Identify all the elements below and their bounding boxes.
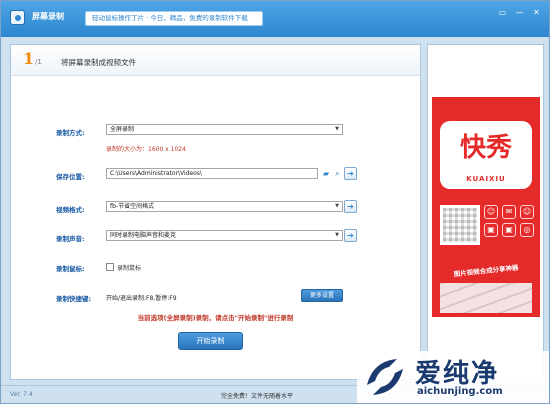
record-cursor-label[interactable]: 录制鼠标 (117, 263, 141, 272)
ad-panel[interactable]: 快秀 KUAIXIU ☺ ✉ ☺ ▣ ▣ ◎ 图片视频合成分享神器 (427, 44, 544, 380)
record-notice: 当前选项(全屏录制)录制，请点击"开始录制"进行录制 (137, 314, 294, 322)
ad-banner[interactable]: 快秀 KUAIXIU ☺ ✉ ☺ ▣ ▣ ◎ 图片视频合成分享神器 (432, 97, 540, 317)
format-select[interactable]: fb-节省空间格式 ▼ (106, 201, 343, 212)
format-settings-button[interactable]: ➔ (344, 200, 357, 213)
audio-value: 同时录制电脑声音和麦克 (110, 232, 177, 239)
app-title: 屏幕录制 (32, 12, 64, 21)
step-header: 1 /1 将屏幕录制成视频文件 (11, 45, 420, 76)
app-logo-icon (10, 10, 25, 25)
watermark: 爱纯净 aichunjing.com (357, 351, 549, 403)
window-controls: ▭ — ✕ (496, 8, 543, 19)
ad-feature-icons: ☺ ✉ ☺ ▣ ▣ ◎ (484, 205, 534, 237)
folder-icon[interactable]: ▰ (320, 168, 332, 179)
message-icon: ✉ (502, 205, 516, 219)
step-total: /1 (35, 58, 42, 66)
photo-icon: ▣ (484, 223, 498, 237)
chevron-down-icon: ▼ (335, 203, 339, 209)
mode-select[interactable]: 全屏录制 ▼ (106, 124, 343, 135)
save-label: 保存位置: (56, 173, 85, 181)
camera-icon: ◎ (520, 223, 534, 237)
hotkey-label: 录制快捷键: (56, 295, 92, 303)
app-window: 屏幕录制 轻动鼠标操作丁片 · 今日，精品，免费的录制软件下载 ▭ — ✕ 1 … (0, 0, 550, 404)
watermark-text: 爱纯净 (415, 359, 500, 389)
ad-logo-sub: KUAIXIU (466, 175, 506, 183)
mode-value: 全屏录制 (110, 126, 135, 133)
qr-code (440, 205, 480, 245)
minimize-icon[interactable]: — (513, 8, 526, 19)
save-path-input[interactable]: C:\Users\Administrator\Videos\ (106, 168, 318, 179)
chevron-down-icon: ▼ (335, 126, 339, 132)
mode-label: 录制方式: (56, 129, 85, 137)
record-size-note: 录制的大小为：1600 x 1024 (106, 146, 186, 153)
step-number: 1 (23, 49, 35, 68)
emoji-icon: ☺ (484, 205, 498, 219)
title-bar[interactable]: 屏幕录制 轻动鼠标操作丁片 · 今日，精品，免费的录制软件下载 ▭ — ✕ (1, 1, 549, 37)
start-record-button[interactable]: 开始录制 (178, 332, 243, 350)
format-value: fb-节省空间格式 (110, 203, 155, 210)
hotkey-value: 开始/退出录制:F8,暂停:F9 (106, 295, 177, 302)
ad-tagline: 图片视频合成分享神器 (453, 263, 519, 279)
record-cursor-checkbox[interactable] (106, 263, 114, 271)
audio-settings-button[interactable]: ➔ (344, 229, 357, 242)
cursor-label: 录制鼠标: (56, 265, 85, 273)
restore-icon[interactable]: ▭ (496, 8, 509, 19)
watermark-logo-icon (367, 359, 403, 395)
step-title: 将屏幕录制成视频文件 (61, 58, 136, 67)
open-folder-button[interactable]: ➔ (344, 167, 357, 180)
audio-label: 录制声音: (56, 235, 85, 243)
chevron-down-icon: ▼ (335, 232, 339, 238)
audio-select[interactable]: 同时录制电脑声音和麦克 ▼ (106, 230, 343, 241)
format-label: 视频格式: (56, 206, 85, 214)
version-label: Ver. 7.4 (10, 391, 33, 398)
image-icon: ▣ (502, 223, 516, 237)
more-settings-button[interactable]: 更多设置 (301, 289, 343, 302)
title-banner[interactable]: 轻动鼠标操作丁片 · 今日，精品，免费的录制软件下载 (85, 11, 263, 26)
sticker-icon: ☺ (520, 205, 534, 219)
status-text: 完全免费！文件无随着水平 (221, 393, 294, 400)
close-icon[interactable]: ✕ (530, 8, 543, 19)
watermark-url: aichunjing.com (417, 386, 503, 397)
main-panel: 1 /1 将屏幕录制成视频文件 录制方式: 全屏录制 ▼ 录制的大小为：1600… (10, 44, 421, 380)
ad-photo-strip (440, 283, 532, 313)
ad-logo-text: 快秀 (459, 133, 512, 163)
search-icon[interactable]: ⌕ (332, 168, 343, 179)
